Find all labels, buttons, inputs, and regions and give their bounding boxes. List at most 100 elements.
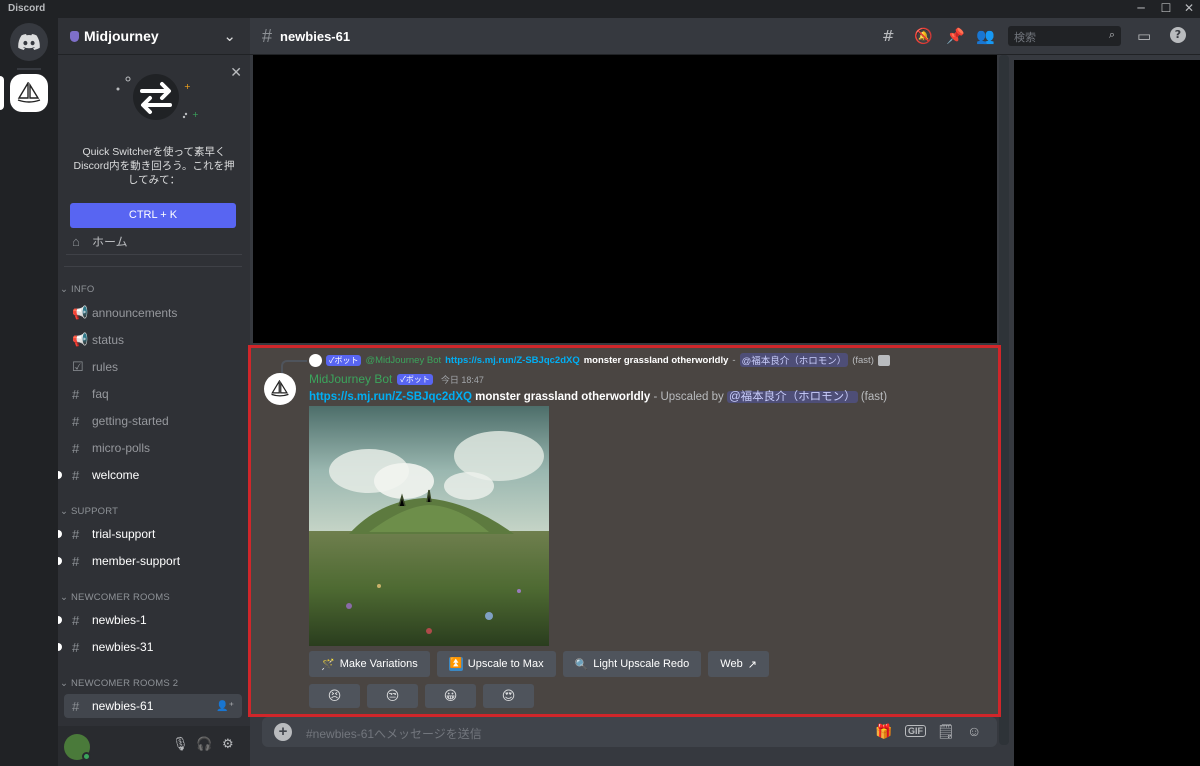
channel-getting-started[interactable]: # getting-started bbox=[64, 409, 242, 433]
reaction-unamused[interactable]: 😒 bbox=[367, 684, 418, 708]
pin-icon[interactable]: 📌 bbox=[946, 27, 965, 45]
chevron-down-icon: ⌄ bbox=[223, 28, 236, 45]
channel-status[interactable]: 📢 status bbox=[64, 328, 242, 352]
gear-icon[interactable]: ⚙ bbox=[222, 737, 234, 752]
external-link-icon: ↗ bbox=[747, 658, 757, 671]
generated-image[interactable] bbox=[309, 406, 549, 646]
minimize-button[interactable]: ─ bbox=[1130, 1, 1152, 15]
midjourney-server-icon[interactable] bbox=[10, 74, 48, 112]
mute-bell-icon[interactable]: 🔕 bbox=[914, 27, 933, 45]
reply-mode: (fast) bbox=[852, 354, 874, 366]
channel-member-support[interactable]: # member-support bbox=[58, 549, 242, 573]
category-support[interactable]: ⌄ SUPPORT bbox=[60, 506, 118, 517]
magic-wand-icon: 🪄 bbox=[321, 658, 335, 671]
user-panel: 🎙 🎧 ⚙ bbox=[58, 726, 250, 766]
web-button[interactable]: Web ↗ bbox=[708, 651, 769, 677]
title-bar: Discord ─ ☐ ✕ bbox=[0, 0, 1200, 18]
home-label: ホーム bbox=[92, 234, 128, 249]
reaction-grinning[interactable]: 😀 bbox=[425, 684, 476, 708]
reply-mention[interactable]: @福本良介（ホロモン） bbox=[739, 353, 849, 367]
message-mention[interactable]: @福本良介（ホロモン） bbox=[726, 391, 858, 403]
reaction-heart-eyes[interactable]: 😍 bbox=[483, 684, 534, 708]
media-area bbox=[253, 55, 997, 343]
bot-badge: ✓ボット bbox=[326, 354, 362, 366]
message-composer[interactable]: + #newbies-61へメッセージを送信 🎁 GIF 🗒 ☺ bbox=[262, 717, 997, 747]
hash-icon: # bbox=[72, 526, 80, 542]
hash-icon: # bbox=[72, 386, 80, 402]
action-buttons: 🪄 Make Variations ⏫ Upscale to Max 🔍 Light … bbox=[309, 651, 769, 677]
message-content: https://s.mj.run/Z-SBJqc2dXQ monster gra… bbox=[309, 388, 887, 404]
unread-indicator bbox=[58, 643, 62, 651]
hash-icon: # bbox=[72, 413, 80, 429]
reply-preview[interactable]: ✓ボット @MidJourney Bot https://s.mj.run/Z-… bbox=[309, 353, 890, 367]
quick-switcher-button[interactable]: CTRL + K bbox=[70, 203, 236, 228]
hash-icon: # bbox=[72, 440, 80, 456]
home-item[interactable]: ⌂ ホーム bbox=[64, 229, 242, 253]
online-status-icon bbox=[82, 752, 91, 761]
channel-trial-support[interactable]: # trial-support bbox=[58, 522, 242, 546]
message-author[interactable]: MidJourney Bot bbox=[309, 372, 392, 386]
channel-faq[interactable]: # faq bbox=[64, 382, 242, 406]
discord-logo-icon bbox=[18, 34, 40, 50]
reply-prompt: monster grassland otherworldly bbox=[583, 354, 729, 366]
help-icon[interactable]: ? bbox=[1170, 27, 1186, 43]
headphones-icon[interactable]: 🎧 bbox=[196, 737, 212, 752]
image-icon bbox=[877, 354, 890, 366]
channel-rules[interactable]: ☑ rules bbox=[64, 355, 242, 379]
reaction-persevere[interactable]: 😣 bbox=[309, 684, 360, 708]
reaction-buttons: 😣 😒 😀 😍 bbox=[309, 684, 534, 708]
megaphone-icon: 📢 bbox=[72, 305, 89, 320]
threads-icon[interactable]: # bbox=[882, 27, 895, 45]
channel-newbies-61[interactable]: # newbies-61 👤⁺ bbox=[64, 694, 242, 718]
svg-text:+: + bbox=[184, 82, 191, 91]
up-arrow-icon: ⏫ bbox=[448, 657, 463, 671]
server-header[interactable]: Midjourney ⌄ bbox=[58, 18, 250, 55]
sailboat-icon bbox=[17, 82, 41, 103]
sailboat-icon bbox=[271, 380, 289, 397]
gift-icon[interactable]: 🎁 bbox=[875, 723, 892, 740]
channel-title: newbies-61 bbox=[280, 28, 351, 44]
thread-hash-icon: # bbox=[72, 553, 80, 569]
thread-hash-icon: # bbox=[72, 612, 80, 628]
attach-plus-icon[interactable]: + bbox=[274, 723, 292, 741]
category-newcomer-rooms[interactable]: ⌄ NEWCOMER ROOMS bbox=[60, 592, 170, 603]
gif-icon[interactable]: GIF bbox=[905, 725, 926, 737]
svg-text:+: + bbox=[192, 110, 199, 119]
member-list-icon[interactable]: 👥 bbox=[976, 27, 995, 45]
close-window-button[interactable]: ✕ bbox=[1178, 1, 1200, 15]
channel-announcements[interactable]: 📢 announcements bbox=[64, 301, 242, 325]
reply-connector bbox=[281, 360, 307, 374]
message-input-placeholder: #newbies-61へメッセージを送信 bbox=[306, 727, 482, 741]
channel-sidebar: Midjourney ⌄ ✕ + + Quick Switcherを使って素早くD… bbox=[58, 18, 250, 766]
channel-micro-polls[interactable]: # micro-polls bbox=[64, 436, 242, 460]
channel-newbies-1[interactable]: # newbies-1 bbox=[58, 608, 242, 632]
sticker-icon[interactable]: 🗒 bbox=[937, 723, 955, 740]
microphone-icon[interactable]: 🎙 bbox=[172, 737, 189, 752]
reply-separator: - bbox=[732, 354, 736, 366]
discord-home-button[interactable] bbox=[10, 23, 48, 61]
category-info[interactable]: ⌄ INFO bbox=[60, 284, 95, 295]
bot-avatar[interactable] bbox=[264, 373, 296, 405]
maximize-button[interactable]: ☐ bbox=[1155, 1, 1177, 15]
message-link[interactable]: https://s.mj.run/Z-SBJqc2dXQ bbox=[309, 391, 472, 403]
inbox-icon[interactable]: ▭ bbox=[1137, 27, 1151, 45]
server-list-divider bbox=[17, 68, 41, 70]
channel-newbies-31[interactable]: # newbies-31 bbox=[58, 635, 242, 659]
unread-indicator bbox=[58, 530, 62, 538]
make-variations-button[interactable]: 🪄 Make Variations bbox=[309, 651, 430, 677]
category-newcomer-rooms-2[interactable]: ⌄ NEWCOMER ROOMS 2 bbox=[60, 678, 178, 689]
search-input[interactable]: 検索 ⌕ bbox=[1008, 26, 1121, 46]
channel-welcome[interactable]: # welcome bbox=[58, 463, 242, 487]
unread-indicator bbox=[58, 471, 62, 479]
reply-link[interactable]: https://s.mj.run/Z-SBJqc2dXQ bbox=[445, 355, 580, 366]
upscale-to-max-button[interactable]: ⏫ Upscale to Max bbox=[436, 651, 556, 677]
megaphone-icon: 📢 bbox=[72, 332, 89, 347]
close-icon[interactable]: ✕ bbox=[230, 65, 242, 81]
invite-member-icon[interactable]: 👤⁺ bbox=[216, 701, 234, 712]
quick-switcher-illustration: ++ bbox=[116, 74, 199, 120]
bot-badge: ✓ボット bbox=[397, 373, 433, 385]
light-upscale-redo-button[interactable]: 🔍 Light Upscale Redo bbox=[562, 651, 702, 677]
emoji-icon[interactable]: ☺ bbox=[967, 723, 981, 739]
hash-icon: # bbox=[72, 698, 80, 714]
search-icon: ⌕ bbox=[1108, 29, 1115, 41]
